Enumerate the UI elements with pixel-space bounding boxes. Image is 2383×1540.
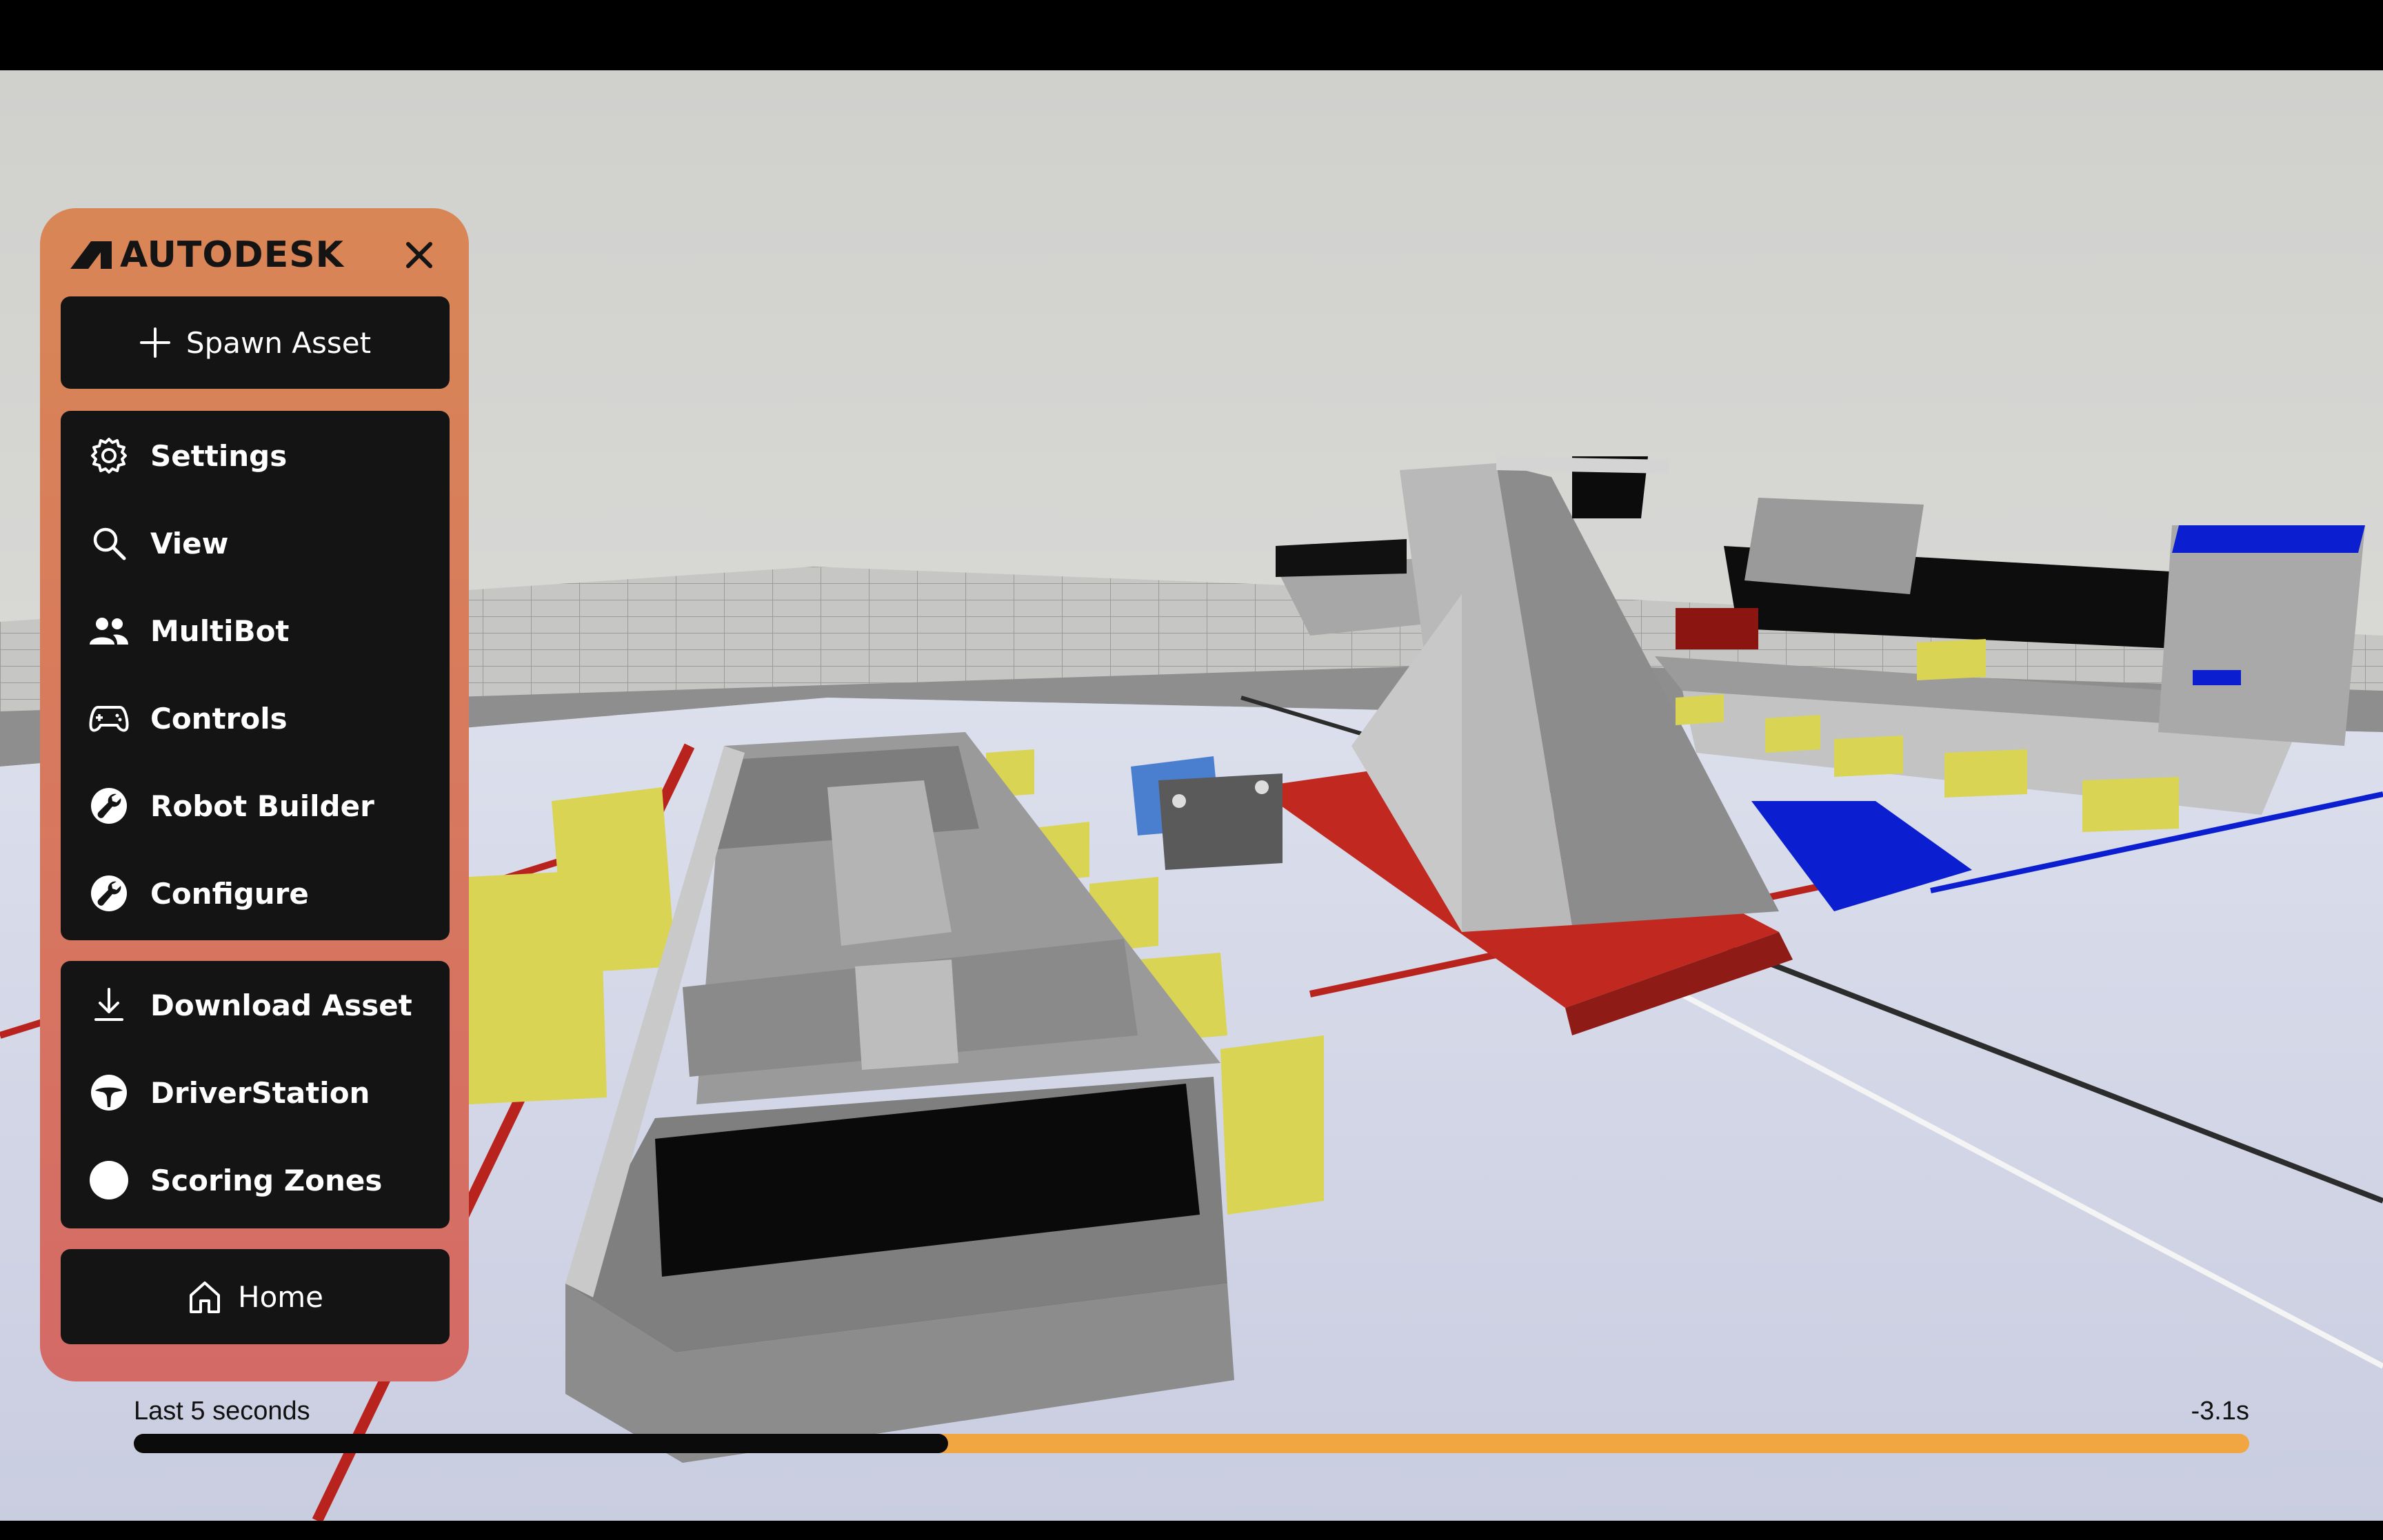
app-window: AUTODESK Spawn Asset Settings View Multi… xyxy=(0,0,2383,1540)
menu-item-label: Scoring Zones xyxy=(150,1163,383,1197)
download-icon xyxy=(87,983,131,1027)
menu-item-view[interactable]: View xyxy=(61,505,450,581)
top-letterbox xyxy=(0,0,2383,70)
menu-item-label: Robot Builder xyxy=(150,789,374,823)
timeline-progress xyxy=(134,1434,949,1453)
timeline-current-time: -3.1s xyxy=(2191,1397,2249,1426)
autodesk-mark-icon xyxy=(70,241,112,269)
menu-item-label: MultiBot xyxy=(150,614,290,648)
menu-item-label: Settings xyxy=(150,438,288,473)
menu-item-label: View xyxy=(150,526,229,560)
menu-item-label: Configure xyxy=(150,876,309,911)
steering-wheel-icon xyxy=(87,1071,131,1115)
bottom-letterbox xyxy=(0,1521,2383,1540)
menu-item-settings[interactable]: Settings xyxy=(61,418,450,494)
menu-item-label: Controls xyxy=(150,701,288,736)
gamepad-icon xyxy=(87,696,131,740)
menu-item-scoring-zones[interactable]: Scoring Zones xyxy=(61,1142,450,1218)
sidebar-panel: AUTODESK Spawn Asset Settings View Multi… xyxy=(40,208,469,1381)
robot-builder-icon xyxy=(87,784,131,828)
menu-item-controls[interactable]: Controls xyxy=(61,680,450,756)
people-icon xyxy=(87,609,131,653)
timeline-start-label: Last 5 seconds xyxy=(134,1397,310,1426)
menu-item-multibot[interactable]: MultiBot xyxy=(61,593,450,669)
menu-item-label: Download Asset xyxy=(150,988,412,1022)
timeline-scrubber[interactable] xyxy=(134,1434,2249,1453)
close-icon xyxy=(406,242,432,268)
home-icon xyxy=(189,1281,220,1313)
magnifier-icon xyxy=(87,521,131,565)
spawn-asset-label: Spawn Asset xyxy=(185,325,372,360)
menu-item-label: DriverStation xyxy=(150,1075,370,1110)
menu-item-download-asset[interactable]: Download Asset xyxy=(61,967,450,1043)
asset-menu-group: Download Asset DriverStation Scoring Zon… xyxy=(61,961,450,1228)
close-panel-button[interactable] xyxy=(401,237,437,273)
gear-icon xyxy=(87,434,131,478)
brand-name: AUTODESK xyxy=(120,234,344,276)
autodesk-logo: AUTODESK xyxy=(70,234,344,276)
menu-item-driverstation[interactable]: DriverStation xyxy=(61,1055,450,1131)
menu-item-configure[interactable]: Configure xyxy=(61,855,450,931)
main-menu-group: Settings View MultiBot Controls Robot Bu… xyxy=(61,411,450,940)
home-button[interactable]: Home xyxy=(61,1249,450,1344)
menu-item-robot-builder[interactable]: Robot Builder xyxy=(61,768,450,844)
configure-icon xyxy=(87,871,131,915)
spawn-asset-button[interactable]: Spawn Asset xyxy=(61,296,450,389)
plus-icon xyxy=(139,327,170,358)
circle-icon xyxy=(87,1158,131,1202)
home-label: Home xyxy=(237,1279,324,1314)
